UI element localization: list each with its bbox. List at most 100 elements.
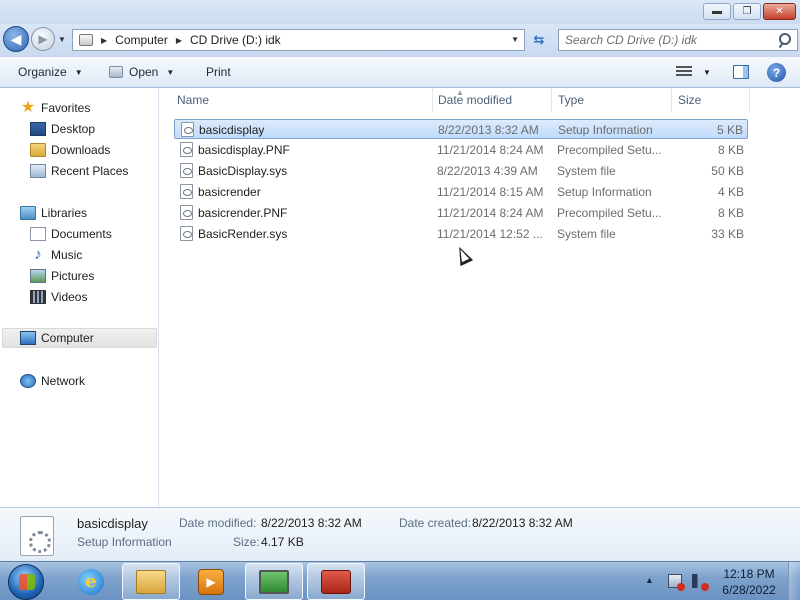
sidebar-label: Downloads	[51, 143, 111, 157]
volume-muted-icon[interactable]	[692, 574, 709, 591]
clock-date: 6/28/2022	[722, 583, 776, 597]
pictures-icon	[30, 269, 46, 283]
print-button[interactable]: Print	[206, 65, 231, 79]
address-field[interactable]: ▶ Computer ▶ CD Drive (D:) idk ▼	[72, 29, 525, 51]
taskbar-device-manager[interactable]	[245, 563, 303, 600]
column-header-type[interactable]: Type	[552, 88, 672, 112]
network-status-icon[interactable]	[668, 574, 685, 591]
breadcrumb-computer[interactable]: Computer	[115, 33, 168, 47]
caption-buttons: ▬ ❐ ✕	[703, 3, 796, 20]
file-row-basicdisplay-sys[interactable]: BasicDisplay.sys 8/22/2013 4:39 AM Syste…	[174, 161, 748, 181]
file-row-basicdisplay[interactable]: basicdisplay 8/22/2013 8:32 AM Setup Inf…	[174, 119, 748, 139]
file-row-basicrender-pnf[interactable]: basicrender.PNF 11/21/2014 8:24 AM Preco…	[174, 203, 748, 223]
navigation-pane: ★ Favorites Desktop Downloads Recent Pla…	[0, 88, 159, 507]
open-icon	[109, 66, 123, 78]
file-size: 8 KB	[717, 143, 744, 157]
sidebar-label: Libraries	[41, 206, 88, 220]
change-view-icon[interactable]	[676, 66, 692, 78]
file-date: 11/21/2014 8:24 AM	[437, 206, 544, 220]
details-size-label: Size:	[233, 535, 260, 549]
show-hidden-icons-button[interactable]: ▲	[645, 575, 654, 585]
sidebar-label: Computer	[41, 331, 94, 345]
arrow-left-icon: ◀	[10, 30, 22, 47]
sidebar-label: Documents	[51, 227, 112, 241]
sidebar-label: Desktop	[51, 122, 96, 136]
sidebar-item-desktop[interactable]: Desktop	[30, 119, 95, 139]
column-header-size[interactable]: Size	[672, 88, 750, 112]
sidebar-item-pictures[interactable]: Pictures	[30, 266, 94, 286]
file-row-basicdisplay-pnf[interactable]: basicdisplay.PNF 11/21/2014 8:24 AM Prec…	[174, 140, 748, 160]
file-row-basicrender[interactable]: basicrender 11/21/2014 8:15 AM Setup Inf…	[174, 182, 748, 202]
windows-explorer-icon	[136, 569, 166, 594]
file-date: 11/21/2014 8:24 AM	[437, 143, 544, 157]
monitor-icon	[259, 569, 289, 594]
column-header-date-modified[interactable]: Date modified	[432, 88, 552, 112]
system-clock[interactable]: 12:18 PM 6/28/2022	[716, 566, 782, 598]
sidebar-item-documents[interactable]: Documents	[30, 224, 112, 244]
file-size: 50 KB	[711, 164, 744, 178]
sidebar-item-downloads[interactable]: Downloads	[30, 140, 110, 160]
computer-icon	[20, 331, 36, 345]
sidebar-label: Videos	[51, 290, 88, 304]
system-file-icon	[180, 226, 193, 241]
drive-icon	[79, 34, 93, 46]
file-date: 11/21/2014 12:52 ...	[437, 227, 543, 241]
open-button[interactable]: Open ▼	[109, 65, 174, 79]
views-dropdown[interactable]: ▼	[703, 68, 711, 77]
column-header-name[interactable]: Name	[171, 88, 433, 112]
file-type: Setup Information	[557, 185, 652, 199]
file-date: 8/22/2013 8:32 AM	[438, 123, 539, 137]
breadcrumb-cd-drive[interactable]: CD Drive (D:) idk	[190, 33, 281, 47]
back-button[interactable]: ◀	[3, 26, 29, 52]
sidebar-item-favorites[interactable]: ★ Favorites	[20, 98, 91, 118]
sidebar-item-libraries[interactable]: Libraries	[20, 203, 87, 223]
search-box[interactable]	[558, 29, 798, 51]
minimize-button[interactable]: ▬	[703, 3, 731, 20]
taskbar-media-player[interactable]: ▶	[182, 563, 240, 600]
file-row-basicrender-sys[interactable]: BasicRender.sys 11/21/2014 12:52 ... Sys…	[174, 224, 748, 244]
clock-time: 12:18 PM	[723, 567, 775, 581]
start-button[interactable]	[8, 564, 44, 600]
show-desktop-button[interactable]	[788, 562, 800, 600]
maximize-button[interactable]: ❐	[733, 3, 761, 20]
file-name: basicrender.PNF	[198, 206, 288, 220]
sidebar-label: Favorites	[41, 101, 91, 115]
recent-places-icon	[30, 164, 46, 178]
taskbar-toolbox[interactable]	[307, 563, 365, 600]
internet-explorer-icon: e	[78, 568, 104, 595]
chevron-down-icon: ▼	[74, 67, 83, 77]
taskbar-windows-explorer[interactable]	[122, 563, 180, 600]
file-name: basicdisplay	[199, 123, 265, 137]
address-bar: ◀ ▶ ▼ ▶ Computer ▶ CD Drive (D:) idk ▼ ⇆	[0, 24, 800, 56]
sidebar-item-music[interactable]: ♪ Music	[30, 245, 82, 265]
pnf-file-icon	[180, 142, 193, 157]
address-history-dropdown[interactable]: ▼	[511, 35, 519, 44]
taskbar: e ▶ ▲ 12:18 PM 6/28/2022	[0, 561, 800, 600]
chevron-right-icon[interactable]: ▶	[101, 36, 107, 45]
sidebar-item-network[interactable]: Network	[20, 371, 85, 391]
open-label: Open	[129, 65, 159, 79]
command-bar: Organize ▼ Open ▼ Print ▼ ?	[0, 56, 800, 88]
help-icon[interactable]: ?	[767, 63, 786, 82]
search-icon[interactable]	[775, 31, 793, 49]
search-input[interactable]	[559, 33, 775, 47]
file-type: Setup Information	[558, 123, 653, 137]
file-size: 33 KB	[711, 227, 744, 241]
close-button[interactable]: ✕	[763, 3, 796, 20]
sidebar-item-videos[interactable]: Videos	[30, 287, 87, 307]
file-name: basicdisplay.PNF	[198, 143, 290, 157]
media-player-icon: ▶	[198, 568, 224, 595]
sidebar-item-computer[interactable]: Computer	[2, 328, 157, 348]
file-type: Precompiled Setu...	[557, 206, 662, 220]
chevron-right-icon[interactable]: ▶	[176, 36, 182, 45]
preview-pane-icon[interactable]	[733, 65, 749, 79]
file-date: 8/22/2013 4:39 AM	[437, 164, 538, 178]
file-type: System file	[557, 164, 616, 178]
taskbar-internet-explorer[interactable]: e	[62, 563, 120, 600]
refresh-button[interactable]: ⇆	[527, 29, 551, 51]
sidebar-item-recent-places[interactable]: Recent Places	[30, 161, 128, 181]
organize-button[interactable]: Organize ▼	[18, 65, 83, 79]
forward-button[interactable]: ▶	[31, 27, 55, 51]
recent-pages-dropdown[interactable]: ▼	[58, 35, 66, 44]
sidebar-label: Pictures	[51, 269, 95, 283]
